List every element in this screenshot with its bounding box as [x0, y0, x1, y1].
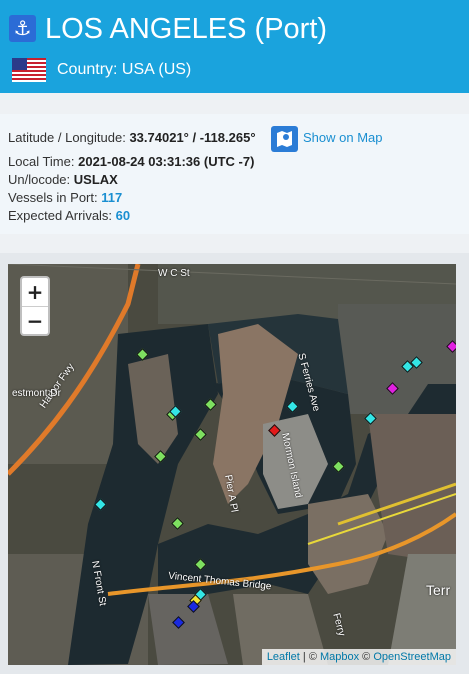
zoom-control: + − [20, 276, 50, 336]
openstreetmap-link[interactable]: OpenStreetMap [373, 651, 451, 663]
show-on-map-link[interactable]: Show on Map [303, 130, 383, 146]
attribution-sep-2: © [359, 651, 374, 663]
map-label-estmont: estmont Dr [12, 388, 61, 399]
unlocode-row: Un/locode: USLAX [8, 172, 118, 188]
unlocode-value: USLAX [73, 172, 118, 187]
arrivals-count-link[interactable]: 60 [116, 208, 130, 223]
mapbox-link[interactable]: Mapbox [320, 651, 359, 663]
zoom-out-button[interactable]: − [22, 307, 48, 335]
local-time-label: Local Time: [8, 154, 75, 169]
unlocode-label: Un/locode: [8, 172, 71, 187]
latlon-row: Latitude / Longitude: 33.74021° / -118.2… [8, 130, 256, 146]
vessels-row: Vessels in Port: 117 [8, 190, 122, 206]
vessels-label: Vessels in Port: [8, 190, 98, 205]
local-time-row: Local Time: 2021-08-24 03:31:36 (UTC -7) [8, 154, 254, 170]
map-terrain [8, 264, 456, 665]
page-title: LOS ANGELES (Port) [45, 13, 328, 45]
show-on-map-button[interactable] [271, 126, 298, 152]
arrivals-label: Expected Arrivals: [8, 208, 113, 223]
map-label-w-st: W C St [158, 268, 190, 279]
map-label-terr: Terr [426, 582, 451, 598]
latlon-label: Latitude / Longitude: [8, 130, 126, 145]
local-time-value: 2021-08-24 03:31:36 (UTC -7) [78, 154, 255, 169]
map-attribution: Leaflet | © Mapbox © OpenStreetMap [261, 649, 456, 665]
latlon-value: 33.74021° / -118.265° [129, 130, 256, 145]
port-header: ⚓ LOS ANGELES (Port) Country: USA (US) [0, 0, 469, 93]
map-section: W C St Harbor Fwy estmont Dr S Ferries A… [0, 253, 469, 674]
leaflet-link[interactable]: Leaflet [267, 651, 300, 663]
zoom-in-button[interactable]: + [22, 278, 48, 307]
attribution-sep-1: | © [299, 651, 320, 663]
usa-flag-icon [12, 58, 46, 82]
arrivals-row: Expected Arrivals: 60 [8, 208, 130, 224]
anchor-icon: ⚓ [9, 15, 36, 42]
port-info-panel: Latitude / Longitude: 33.74021° / -118.2… [0, 114, 469, 234]
country-label: Country: USA (US) [57, 61, 192, 78]
port-map[interactable]: W C St Harbor Fwy estmont Dr S Ferries A… [8, 264, 456, 665]
vessels-count-link[interactable]: 117 [101, 190, 122, 205]
map-icon [277, 131, 292, 147]
